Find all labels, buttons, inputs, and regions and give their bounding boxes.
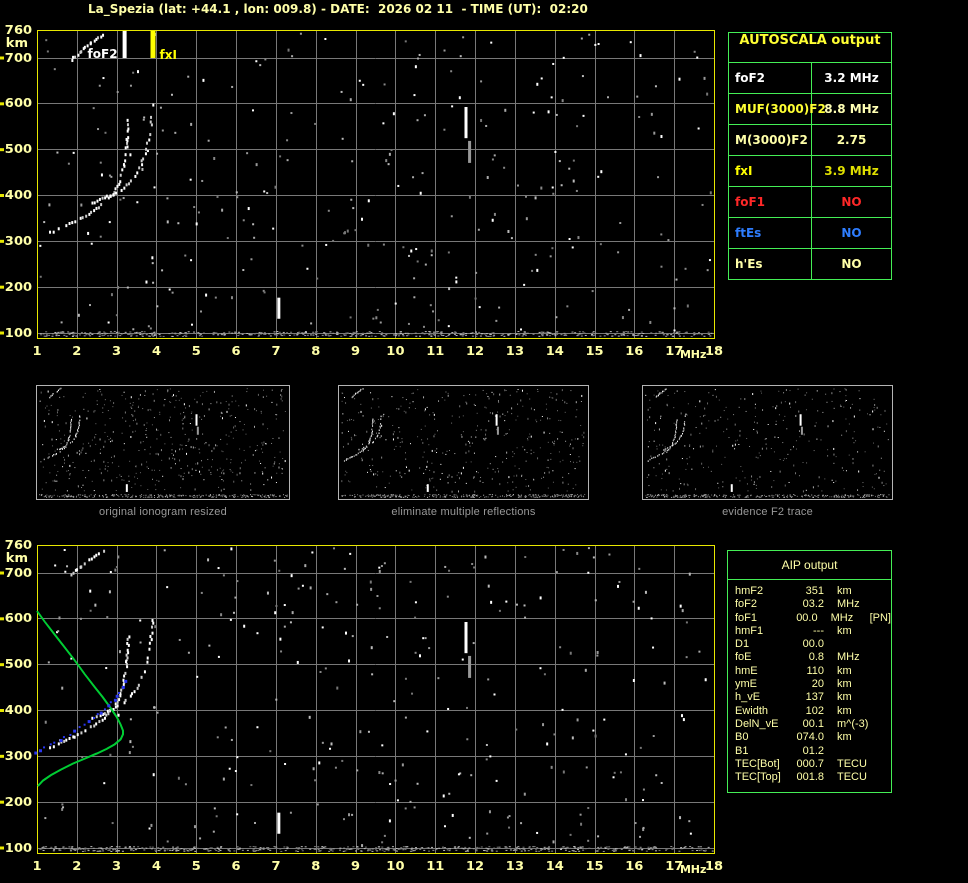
parameter-value: 001.8 (796, 771, 824, 784)
parameter-unit: TECU (837, 757, 867, 770)
parameter-unit: m^(-3) (837, 717, 869, 730)
parameter-name: foF2 (735, 598, 758, 611)
aip-row-Ewidth: Ewidth 102 km (728, 705, 891, 718)
parameter-unit: MHz (830, 611, 854, 624)
thumbnail-eliminate-reflections (338, 385, 589, 500)
main-ionogram-plot (0, 0, 730, 370)
parameter-name: h_vE (735, 691, 761, 704)
parameter-unit: MHz (837, 651, 860, 664)
parameter-unit (837, 745, 879, 758)
aip-table-header: AIP output (728, 551, 891, 580)
thumbnail-canvas (37, 386, 289, 499)
parameter-unit: km (837, 585, 852, 597)
aip-row-foF2: foF2 03.2 MHz (728, 598, 891, 611)
aip-row-foE: foE 0.8 MHz (728, 651, 891, 664)
parameter-name: hmF2 (735, 585, 764, 597)
parameter-unit: km (837, 678, 852, 691)
parameter-name: foE (735, 651, 752, 664)
parameter-name: hmE (735, 664, 758, 677)
parameter-name: B0 (735, 731, 749, 744)
thumbnail-original-ionogram (36, 385, 290, 500)
parameter-value: 20 (811, 678, 824, 691)
profile-ionogram-plot (0, 515, 730, 883)
aip-row-foF1: foF1 00.0 MHz [PN] (728, 612, 891, 625)
parameter-unit: km (837, 691, 852, 704)
parameter-name: B1 (735, 744, 749, 757)
aip-output-table: AIP output hmF2 351 km foF2 03.2 MHz foF1 00.0 M… (727, 550, 892, 793)
parameter-unit: km (837, 704, 852, 717)
parameter-value: 2.75 (836, 133, 867, 147)
autoscala-table-rows: foF2 3.2 MHz MUF(3000)F2 8.8 MHz M(3000)F2 2.… (729, 62, 891, 279)
aip-row-TECTop: TEC[Top] 001.8 TECU (728, 771, 891, 784)
parameter-value: 102 (805, 704, 824, 717)
parameter-value: 3.2 MHz (824, 71, 879, 85)
parameter-value: 110 (806, 664, 824, 677)
parameter-name: DelN_vE (735, 717, 779, 730)
parameter-value: 137 (805, 691, 824, 704)
parameter-label: ftEs (729, 218, 812, 248)
parameter-name: TEC[Top] (735, 771, 781, 784)
parameter-unit: km (837, 731, 852, 744)
parameter-value: 00.1 (802, 717, 824, 730)
autoscala-row-hEs: h'Es NO (729, 248, 891, 279)
autoscala-table-header: AUTOSCALA output (739, 33, 881, 48)
parameter-label: foF2 (729, 63, 812, 93)
aip-row-hmE: hmE 110 km (728, 665, 891, 678)
parameter-value: 074.0 (796, 731, 824, 744)
aip-table-rows: hmF2 351 km foF2 03.2 MHz foF1 00.0 MHz [PN] hmF1 -… (728, 580, 891, 784)
parameter-value: 3.9 MHz (824, 164, 879, 178)
autoscala-row-fxI: fxI 3.9 MHz (729, 155, 891, 186)
parameter-unit: TECU (837, 771, 867, 784)
aip-row-hvE: h_vE 137 km (728, 691, 891, 704)
aip-row-DelNvE: DelN_vE 00.1 m^(-3) (728, 718, 891, 731)
parameter-value: 01.2 (802, 744, 824, 757)
aip-row-hmF2: hmF2 351 km (728, 585, 891, 598)
aip-row-B1: B1 01.2 (728, 745, 891, 758)
parameter-value: NO (841, 195, 862, 209)
parameter-value: NO (841, 226, 862, 240)
parameter-value: 00.0 (802, 638, 824, 651)
thumbnail-canvas (643, 386, 892, 499)
parameter-name: ymE (735, 678, 757, 691)
aip-row-B0: B0 074.0 km (728, 731, 891, 744)
autoscala-row-foF1: foF1 NO (729, 186, 891, 217)
parameter-value: 000.7 (796, 757, 824, 770)
parameter-label: h'Es (729, 249, 812, 279)
parameter-value: 8.8 MHz (824, 102, 879, 116)
autoscala-row-M3000F2: M(3000)F2 2.75 (729, 124, 891, 155)
parameter-unit: km (837, 624, 852, 637)
parameter-name: hmF1 (735, 624, 764, 637)
parameter-label: fxI (729, 156, 812, 186)
autoscala-window: La_Spezia (lat: +44.1 , lon: 009.8) - DA… (0, 0, 968, 883)
parameter-unit (837, 638, 879, 651)
parameter-label: MUF(3000)F2 (729, 94, 826, 124)
autoscala-row-foF2: foF2 3.2 MHz (729, 62, 891, 93)
thumbnail-evidence-f2 (642, 385, 893, 500)
autoscala-row-ftEs: ftEs NO (729, 217, 891, 248)
autoscala-row-MUF3000F2: MUF(3000)F2 8.8 MHz (729, 93, 891, 124)
parameter-name: Ewidth (735, 704, 769, 717)
parameter-label: M(3000)F2 (729, 125, 812, 155)
parameter-value: --- (813, 624, 824, 637)
parameter-name: foF1 (735, 611, 758, 624)
parameter-flag: [PN] (869, 611, 891, 624)
parameter-unit: km (837, 664, 852, 677)
parameter-label: foF1 (729, 187, 812, 217)
parameter-name: TEC[Bot] (735, 757, 780, 770)
aip-row-TECBot: TEC[Bot] 000.7 TECU (728, 758, 891, 771)
thumbnail-canvas (339, 386, 588, 499)
autoscala-output-table: AUTOSCALA output foF2 3.2 MHz MUF(3000)F2 8… (728, 32, 892, 280)
parameter-value: 00.0 (796, 611, 818, 624)
parameter-value: 03.2 (802, 598, 824, 611)
parameter-value: 0.8 (808, 651, 824, 664)
parameter-unit: MHz (837, 598, 860, 611)
parameter-value: NO (841, 257, 862, 271)
aip-row-hmF1: hmF1 --- km (728, 625, 891, 638)
parameter-name: D1 (735, 638, 750, 651)
parameter-value: 351 (805, 585, 824, 597)
aip-row-ymE: ymE 20 km (728, 678, 891, 691)
aip-row-D1: D1 00.0 (728, 638, 891, 651)
